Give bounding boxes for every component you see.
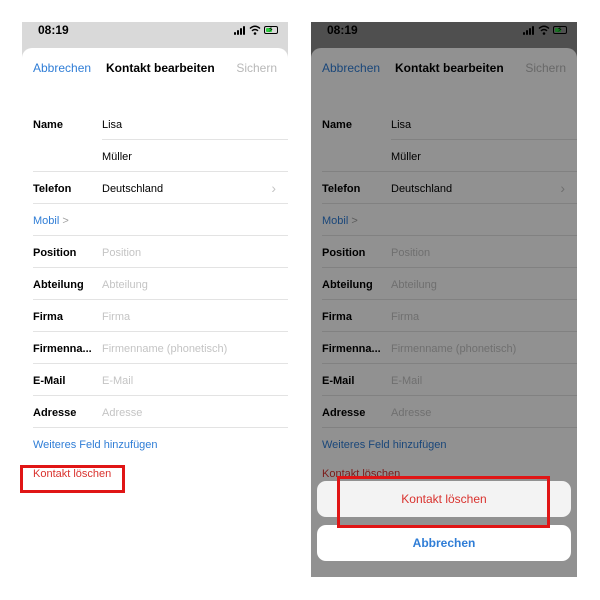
highlight-box-delete-action <box>337 476 550 528</box>
position-row[interactable]: Position Position <box>22 236 288 268</box>
address-row[interactable]: Adresse Adresse <box>22 396 288 428</box>
company-phonetic-input[interactable]: Firmenname (phonetisch) <box>102 343 227 355</box>
email-label: E-Mail <box>33 375 66 387</box>
company-input[interactable]: Firma <box>102 311 130 323</box>
mobile-type-selector[interactable]: Mobil > <box>33 215 69 227</box>
department-input[interactable]: Abteilung <box>102 279 148 291</box>
phone-screen-left: 08:19 ⚡ Abbrechen Kontakt bearbeiten Sic… <box>22 22 288 577</box>
save-button[interactable]: Sichern <box>236 61 277 75</box>
action-cancel-button[interactable]: Abbrechen <box>317 525 571 561</box>
edit-contact-sheet: Abbrechen Kontakt bearbeiten Sichern Nam… <box>22 48 288 577</box>
chevron-right-icon: > <box>62 215 69 227</box>
signal-bar <box>237 30 239 35</box>
email-row[interactable]: E-Mail E-Mail <box>22 364 288 396</box>
company-phonetic-label: Firmenna... <box>33 343 92 355</box>
address-label: Adresse <box>33 407 77 419</box>
first-name-field[interactable]: Lisa <box>102 119 122 131</box>
email-input[interactable]: E-Mail <box>102 375 133 387</box>
company-label: Firma <box>33 311 63 323</box>
position-input[interactable]: Position <box>102 247 141 259</box>
status-icons: ⚡ <box>234 25 278 35</box>
last-name-field[interactable]: Müller <box>102 151 132 163</box>
signal-bar <box>243 26 245 35</box>
company-row[interactable]: Firma Firma <box>22 300 288 332</box>
page-title: Kontakt bearbeiten <box>106 61 215 75</box>
charging-icon: ⚡ <box>268 25 274 34</box>
company-phonetic-row[interactable]: Firmenna... Firmenname (phonetisch) <box>22 332 288 364</box>
wifi-icon <box>249 25 261 35</box>
add-field-button[interactable]: Weiteres Feld hinzufügen <box>33 439 158 451</box>
cancel-button[interactable]: Abbrechen <box>33 61 91 75</box>
department-row[interactable]: Abteilung Abteilung <box>22 268 288 300</box>
battery-icon: ⚡ <box>264 25 278 34</box>
mobile-label: Mobil <box>33 215 60 227</box>
chevron-right-icon: › <box>271 180 276 196</box>
phone-row[interactable]: Telefon Deutschland › <box>22 172 288 204</box>
name-first-row[interactable]: Name Lisa <box>22 108 288 140</box>
status-time: 08:19 <box>38 23 69 37</box>
name-label: Name <box>33 119 63 131</box>
position-label: Position <box>33 247 77 259</box>
nav-bar: Abbrechen Kontakt bearbeiten Sichern <box>22 48 288 88</box>
name-last-row[interactable]: Müller <box>22 140 288 172</box>
signal-icon <box>234 32 236 35</box>
department-label: Abteilung <box>33 279 84 291</box>
signal-bar <box>240 28 242 35</box>
highlight-box-delete-link <box>20 465 125 493</box>
phone-label: Telefon <box>33 183 72 195</box>
mobile-row[interactable]: Mobil > <box>22 204 288 236</box>
address-input[interactable]: Adresse <box>102 407 142 419</box>
add-field-row[interactable]: Weiteres Feld hinzufügen <box>22 428 288 460</box>
phone-country-select[interactable]: Deutschland <box>102 183 163 195</box>
status-bar: 08:19 ⚡ <box>22 22 288 48</box>
